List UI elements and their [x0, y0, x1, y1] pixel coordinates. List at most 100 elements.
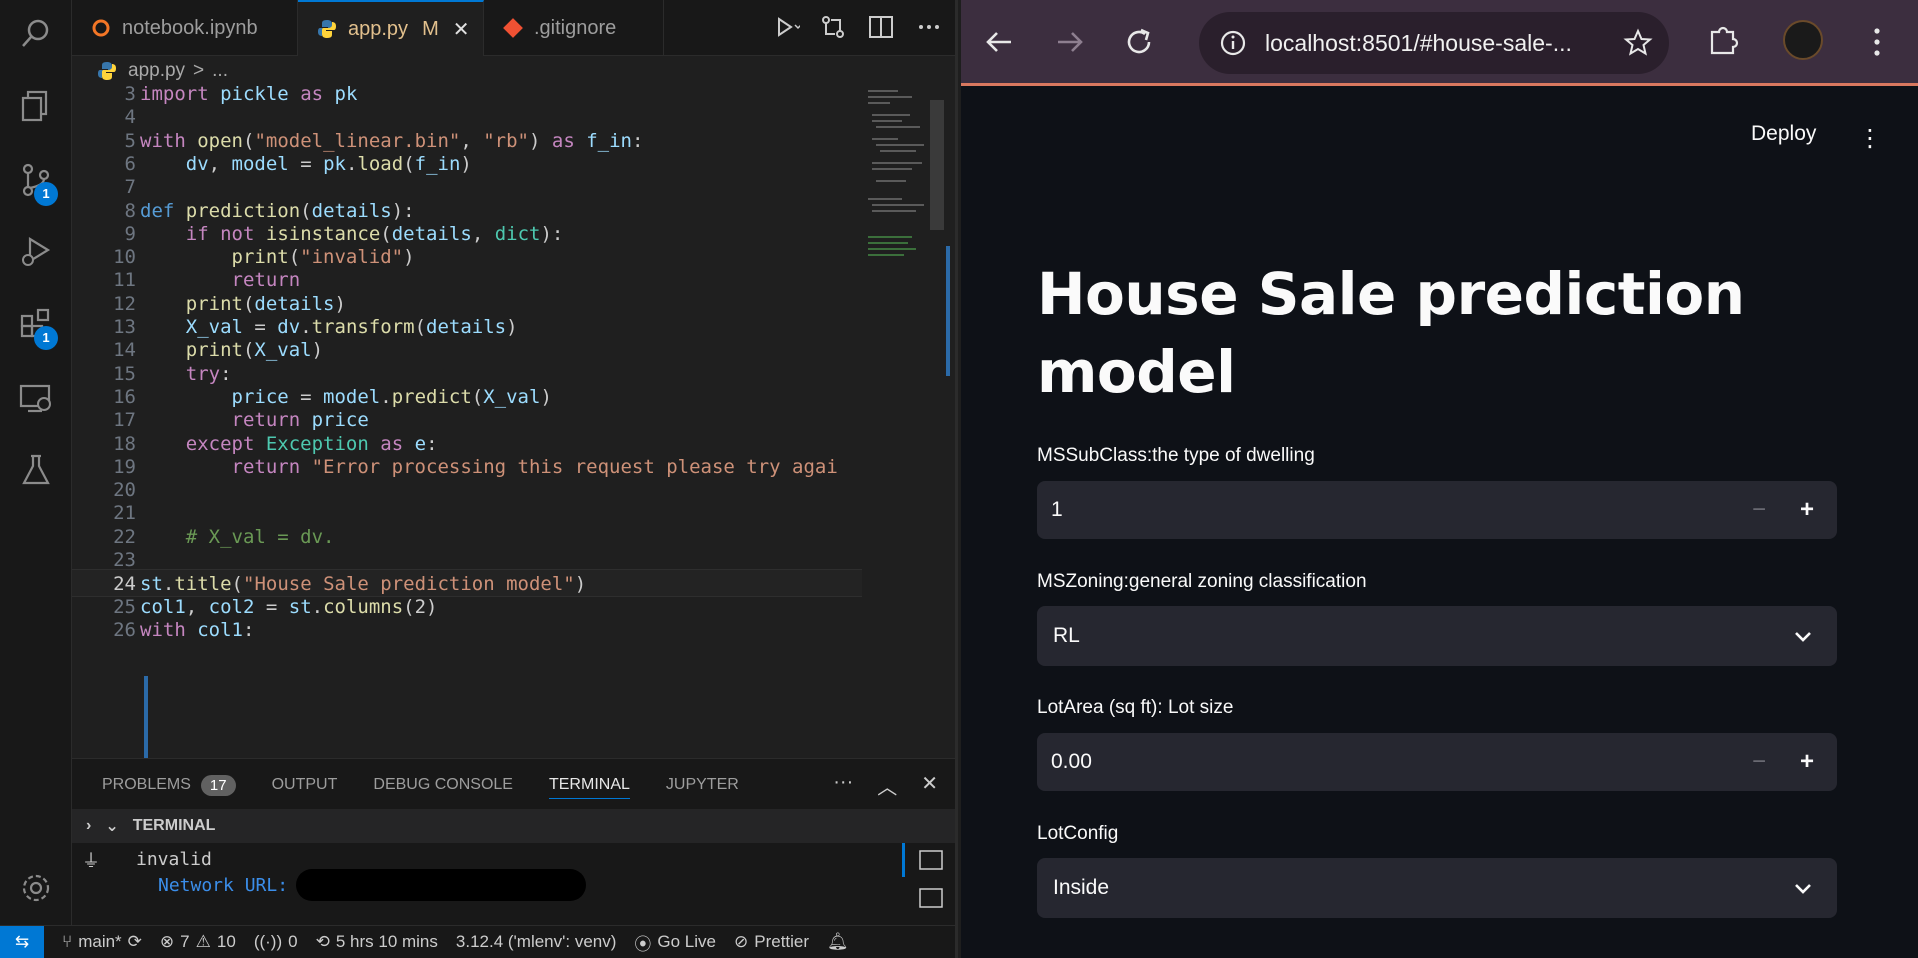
broadcast-icon: ⦿: [634, 934, 652, 954]
code-text: with col1:: [140, 618, 255, 641]
chevron-right-icon[interactable]: ›: [86, 817, 91, 835]
page-title: House Sale prediction model: [1037, 260, 1745, 406]
tab-label: .gitignore: [534, 16, 617, 39]
more-actions-icon[interactable]: ···: [833, 771, 853, 800]
more-actions-icon[interactable]: [914, 12, 944, 42]
terminal-output[interactable]: ⏚ invalid Network URL:: [72, 843, 872, 926]
git-branch[interactable]: ⑂ main* ⟳: [62, 932, 142, 952]
browser-toolbar: localhost:8501/#house-sale-...: [961, 0, 1918, 86]
prohibited-icon: ⊘: [734, 932, 749, 951]
chevron-down-icon[interactable]: [1791, 624, 1815, 648]
forward-arrow-icon[interactable]: [1052, 24, 1088, 60]
breadcrumb: app.py > ...: [72, 56, 955, 86]
minimap[interactable]: [862, 86, 955, 758]
breadcrumb-more[interactable]: ...: [212, 60, 228, 82]
field-label-mszoning: MSZoning:general zoning classification: [1037, 571, 1367, 592]
extensions-puzzle-icon[interactable]: [1705, 22, 1741, 63]
search-icon[interactable]: [18, 16, 54, 52]
code-editor[interactable]: 3 import pickle as pk 4 5 with open("model_l…: [72, 86, 955, 758]
mssubclass-number-input[interactable]: 1 − +: [1037, 481, 1837, 539]
increment-button[interactable]: +: [1789, 745, 1825, 779]
notifications-bell-icon[interactable]: 🔔︎: [827, 932, 849, 952]
activity-bar: 1 1: [0, 0, 72, 925]
settings-gear-icon[interactable]: [18, 870, 54, 906]
python-icon: [98, 62, 116, 80]
broadcast-icon: ((·)): [253, 932, 283, 951]
url-text[interactable]: localhost:8501/#house-sale-...: [1265, 30, 1572, 57]
address-bar[interactable]: localhost:8501/#house-sale-...: [1199, 12, 1669, 74]
profile-avatar[interactable]: [1783, 20, 1823, 60]
terminal-list: [902, 843, 955, 926]
tab-problems[interactable]: PROBLEMS 17: [102, 771, 236, 799]
time-tracker[interactable]: ⟲ 5 hrs 10 mins: [316, 932, 438, 952]
close-panel-icon[interactable]: ✕: [921, 771, 938, 800]
lotconfig-select[interactable]: Inside: [1037, 858, 1837, 918]
code-line[interactable]: 26 with col1:: [72, 616, 862, 644]
chevron-down-icon[interactable]: [1791, 876, 1815, 900]
status-bar: ⇆ ⑂ main* ⟳ ⊗ 7 ⚠ 10 ((·)) 0 ⟲ 5 hrs 10 mins 3.…: [0, 925, 955, 958]
python-interpreter[interactable]: 3.12.4 ('mlenv': venv): [456, 932, 617, 952]
split-editor-icon[interactable]: [866, 12, 896, 42]
chevron-down-icon[interactable]: ⌄: [105, 816, 118, 836]
number-value[interactable]: 0.00: [1051, 750, 1092, 774]
site-info-icon[interactable]: [1217, 27, 1249, 59]
prettier-label: Prettier: [754, 932, 810, 951]
field-label-lotconfig: LotConfig: [1037, 823, 1119, 844]
close-tab-icon[interactable]: ✕: [453, 17, 470, 42]
go-live-button[interactable]: ⦿ Go Live: [634, 930, 716, 955]
breadcrumb-separator: >: [193, 60, 205, 81]
tab-terminal[interactable]: TERMINAL: [548, 771, 630, 799]
maximize-panel-icon[interactable]: ︿: [877, 771, 897, 800]
explorer-icon[interactable]: [18, 88, 54, 124]
editor-actions: [770, 12, 944, 42]
branch-label: main*: [78, 932, 122, 951]
tab-debug-console[interactable]: DEBUG CONSOLE: [373, 771, 513, 799]
warning-icon: ⚠: [195, 932, 211, 951]
source-control-badge: 1: [34, 182, 58, 206]
editor-tabs: notebook.ipynb app.py M ✕ .gitignore: [72, 0, 955, 56]
tab-label: notebook.ipynb: [122, 16, 258, 39]
field-label-lotarea: LotArea (sq ft): Lot size: [1037, 697, 1234, 718]
go-live-label: Go Live: [657, 932, 716, 951]
problems-status[interactable]: ⊗ 7 ⚠ 10: [160, 932, 236, 952]
back-arrow-icon[interactable]: [981, 24, 1017, 60]
bookmark-star-icon[interactable]: [1621, 26, 1655, 60]
app-menu-icon[interactable]: ⋮: [1858, 124, 1882, 153]
panel-tabs: PROBLEMS 17 OUTPUT DEBUG CONSOLE TERMINAL…: [102, 771, 739, 799]
increment-button[interactable]: +: [1789, 493, 1825, 527]
ports-status[interactable]: ((·)) 0: [254, 932, 298, 952]
select-value: Inside: [1053, 876, 1110, 899]
compare-changes-icon[interactable]: [818, 12, 848, 42]
lotarea-number-input[interactable]: 0.00 − +: [1037, 733, 1837, 791]
terminal-header[interactable]: › ⌄ TERMINAL: [72, 809, 955, 843]
prettier-status[interactable]: ⊘ Prettier: [734, 932, 809, 952]
error-count: 7: [180, 932, 190, 951]
mszoning-select[interactable]: RL: [1037, 606, 1837, 666]
tab-gitignore[interactable]: .gitignore: [484, 0, 664, 56]
tab-notebook[interactable]: notebook.ipynb: [72, 0, 298, 56]
remote-indicator-icon[interactable]: ⇆: [0, 925, 44, 958]
streamlit-header: Deploy ⋮: [961, 86, 1918, 186]
git-icon: [503, 18, 523, 38]
terminal-header-label: TERMINAL: [132, 817, 216, 834]
tab-output[interactable]: OUTPUT: [272, 771, 338, 799]
vscode-window: 1 1 notebook.ipynb app.py M ✕ .gitignore…: [0, 0, 958, 958]
modified-indicator: M: [422, 17, 439, 40]
sync-icon[interactable]: ⟳: [128, 932, 142, 952]
tab-jupyter[interactable]: JUPYTER: [666, 771, 739, 799]
browser-menu-icon[interactable]: [1869, 26, 1885, 63]
tab-label: app.py: [348, 17, 409, 40]
breadcrumb-file[interactable]: app.py: [128, 60, 185, 82]
remote-explorer-icon[interactable]: [18, 380, 54, 416]
branch-icon: ⑂: [62, 932, 73, 951]
deploy-button[interactable]: Deploy: [1751, 122, 1816, 146]
terminal-line: Network URL:: [158, 875, 289, 896]
number-value[interactable]: 1: [1051, 498, 1063, 522]
reload-icon[interactable]: [1121, 24, 1157, 60]
run-python-icon[interactable]: [770, 12, 800, 42]
testing-flask-icon[interactable]: [18, 452, 54, 488]
decrement-button[interactable]: −: [1741, 493, 1777, 527]
tab-app-py[interactable]: app.py M ✕: [298, 0, 484, 56]
decrement-button[interactable]: −: [1741, 745, 1777, 779]
run-debug-icon[interactable]: [18, 234, 54, 270]
